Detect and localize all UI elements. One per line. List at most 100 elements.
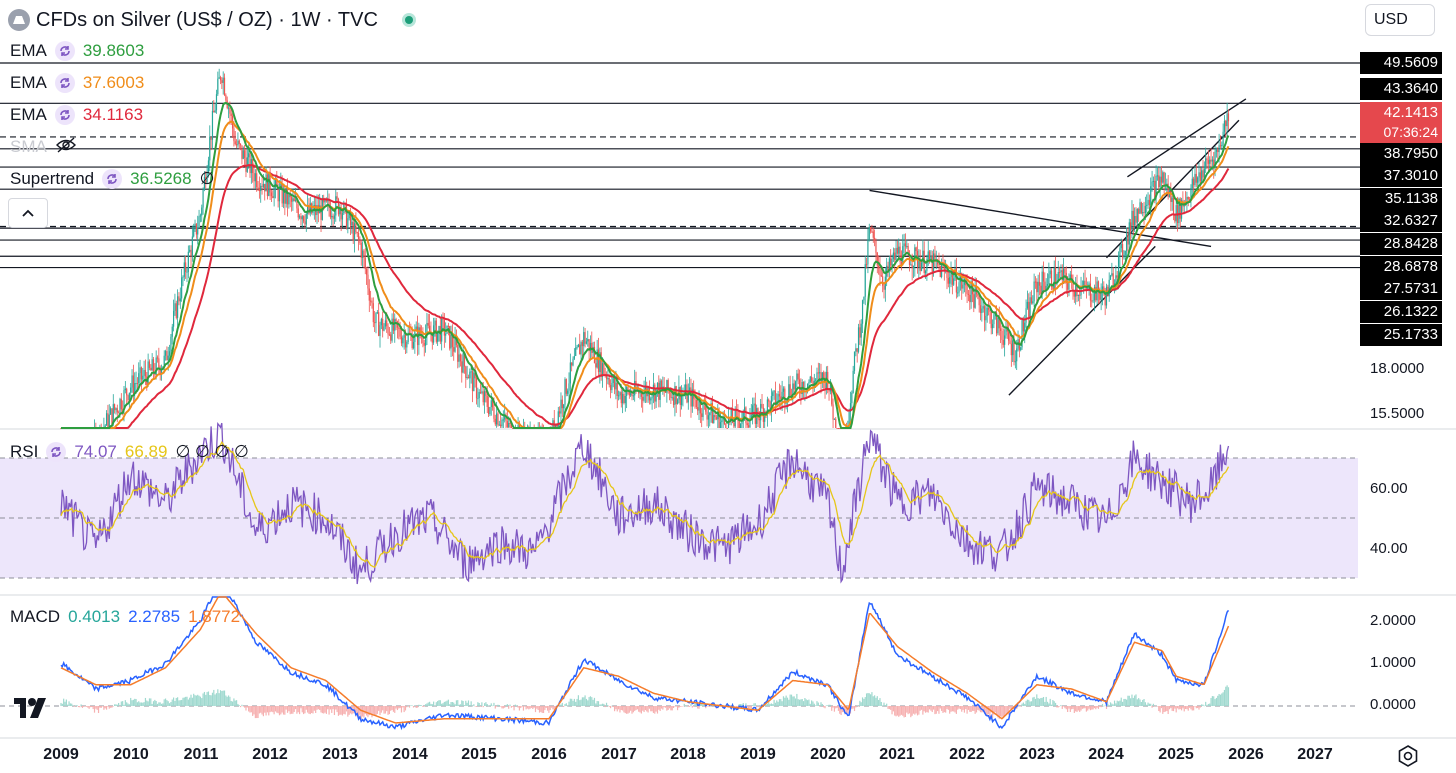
macd-histogram-bar [258, 706, 260, 714]
candle-body [1116, 275, 1118, 278]
macd-histogram-bar [340, 706, 342, 715]
macd-histogram-bar [92, 706, 94, 710]
candle-body [1064, 268, 1066, 273]
candle-body [335, 196, 337, 216]
market-status-icon[interactable] [401, 13, 416, 27]
macd-histogram-bar [123, 704, 125, 706]
macd-histogram-bar [853, 706, 856, 712]
collapse-legend-button[interactable] [8, 198, 48, 228]
symbol-title[interactable]: CFDs on Silver (US$ / OZ) · 1W · TVC [36, 9, 378, 32]
macd-histogram-bar [587, 700, 589, 706]
ema-fast-line [61, 101, 1230, 429]
candle-body [1147, 199, 1149, 205]
macd-histogram-bar [754, 703, 756, 706]
candle-body [1152, 180, 1155, 182]
macd-histogram-bar [481, 702, 483, 706]
refresh-icon[interactable] [54, 41, 75, 61]
candle-body [144, 370, 147, 377]
macd-histogram-bar [229, 696, 231, 706]
tradingview-logo[interactable] [12, 694, 52, 727]
macd-histogram-bar [977, 706, 979, 710]
macd-histogram-bar [210, 695, 212, 706]
macd-histogram-bar [895, 706, 897, 717]
macd-histogram-bar [1180, 706, 1183, 711]
macd-histogram-bar [427, 702, 429, 706]
macd-histogram-bar [579, 700, 581, 706]
candle-body [506, 421, 508, 427]
macd-histogram-bar [914, 706, 916, 715]
macd-histogram-bar [68, 701, 70, 706]
settings-gear-icon[interactable] [1396, 744, 1420, 768]
macd-histogram-bar [802, 701, 805, 706]
candle-body [116, 408, 118, 413]
time-tick-label: 2020 [810, 746, 846, 763]
macd-histogram-bar [230, 700, 232, 706]
refresh-icon[interactable] [46, 442, 67, 462]
macd-histogram-bar [276, 706, 278, 713]
macd-histogram-bar [920, 706, 923, 710]
macd-histogram-bar [505, 705, 507, 706]
macd-histogram-bar [1205, 701, 1207, 706]
macd-histogram-bar [801, 699, 803, 706]
macd-histogram-bar [186, 696, 188, 706]
macd-histogram-bar [404, 706, 407, 711]
candle-body [701, 413, 703, 418]
legend-supertrend[interactable]: Supertrend 36.5268 ∅ [10, 168, 214, 190]
macd-histogram-bar [286, 706, 289, 713]
candle-body [733, 422, 735, 427]
refresh-icon[interactable] [102, 169, 123, 189]
macd-histogram-bar [946, 706, 948, 710]
macd-histogram-bar [292, 706, 294, 714]
legend-ema-fast[interactable]: EMA 39.8603 [10, 40, 144, 62]
macd-histogram-bar [1189, 706, 1191, 708]
legend-rsi[interactable]: RSI 74.07 66.89 ∅ ∅ ∅ ∅ [10, 441, 249, 463]
chart-canvas[interactable] [0, 0, 1456, 773]
macd-histogram-bar [116, 704, 118, 706]
candle-body [278, 187, 281, 202]
legend-ema-mid[interactable]: EMA 37.6003 [10, 72, 144, 94]
candle-body [895, 247, 897, 261]
candle-body [1135, 215, 1137, 223]
candle-body [1042, 271, 1045, 282]
refresh-icon[interactable] [54, 73, 75, 93]
price-level-label: 28.8428 [1360, 233, 1442, 255]
macd-histogram-bar [282, 706, 285, 715]
legend-ema-slow[interactable]: EMA 34.1163 [10, 104, 143, 126]
macd-histogram-bar [953, 706, 955, 712]
macd-histogram-bar [1067, 706, 1069, 712]
macd-histogram-bar [201, 698, 203, 706]
hidden-eye-icon[interactable] [55, 136, 77, 158]
macd-histogram-bar [419, 704, 421, 706]
macd-histogram-bar [144, 697, 147, 706]
macd-histogram-bar [624, 706, 626, 714]
macd-histogram-bar [217, 689, 219, 706]
legend-macd[interactable]: MACD 0.4013 2.2785 1.8772 [10, 606, 240, 628]
candle-body [851, 392, 853, 404]
candle-body [473, 372, 475, 392]
candle-body [286, 188, 289, 205]
macd-histogram-bar [85, 706, 88, 707]
candle-body [443, 320, 445, 336]
macd-histogram-bar [270, 706, 273, 712]
macd-histogram-bar [209, 695, 211, 706]
macd-histogram-bar [1032, 697, 1034, 706]
macd-histogram-bar [928, 706, 931, 710]
candle-body [837, 428, 840, 429]
macd-histogram-bar [107, 706, 109, 707]
macd-histogram-bar [95, 706, 97, 709]
candle-body [253, 173, 255, 182]
candle-body [479, 392, 482, 394]
candle-body [384, 320, 386, 327]
candle-body [990, 311, 992, 329]
legend-sma[interactable]: SMA [10, 136, 77, 158]
candle-body [256, 173, 258, 188]
candle-body [376, 312, 378, 314]
candle-body [879, 268, 881, 276]
macd-histogram-bar [546, 706, 549, 711]
candle-body [915, 247, 917, 252]
refresh-icon[interactable] [54, 105, 75, 125]
macd-histogram-bar [189, 697, 191, 706]
currency-select[interactable]: USD [1365, 4, 1435, 36]
macd-histogram-bar [1135, 694, 1137, 706]
candle-body [568, 383, 570, 391]
